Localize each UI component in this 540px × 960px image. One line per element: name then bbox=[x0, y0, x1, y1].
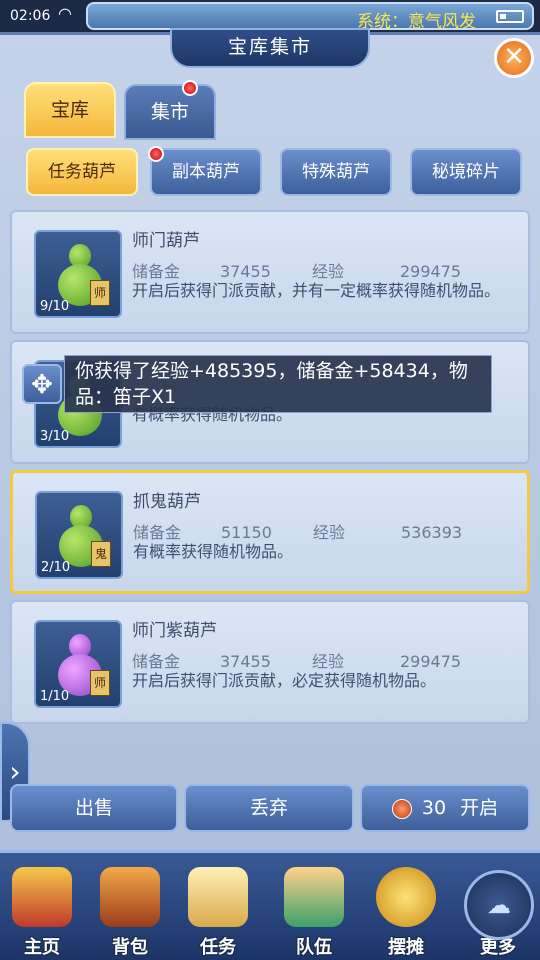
reserve-label: 储备金 bbox=[132, 652, 181, 671]
nav-label: 主页 bbox=[24, 937, 60, 958]
subtab-secret-fragment[interactable]: 秘境碎片 bbox=[410, 148, 522, 196]
item-name: 师门葫芦 bbox=[132, 231, 200, 251]
exp-label: 经验 bbox=[312, 652, 345, 671]
team-icon bbox=[284, 867, 344, 927]
item-description: 开启后获得门派贡献，并有一定概率获得随机物品。 bbox=[132, 281, 501, 300]
reserve-value: 37455 bbox=[220, 262, 271, 281]
item-icon: 师 9/10 bbox=[34, 230, 122, 318]
panel-title: 宝库集市 bbox=[170, 28, 370, 68]
system-banner: 系统：意气风发 bbox=[86, 2, 534, 32]
discard-button[interactable]: 丢弃 bbox=[184, 784, 354, 832]
item-quantity: 3/10 bbox=[40, 429, 70, 444]
subtab-special-gourd[interactable]: 特殊葫芦 bbox=[280, 148, 392, 196]
tab-treasury[interactable]: 宝库 bbox=[24, 82, 116, 138]
subtab-dungeon-gourd[interactable]: 副本葫芦 bbox=[150, 148, 262, 196]
reserve-label: 储备金 bbox=[133, 523, 182, 542]
wifi-icon: ◠ bbox=[58, 4, 72, 23]
item-tag: 师 bbox=[90, 280, 110, 306]
close-button[interactable]: ✕ bbox=[494, 38, 534, 78]
chest-icon bbox=[100, 867, 160, 927]
subtab-task-gourd[interactable]: 任务葫芦 bbox=[26, 148, 138, 196]
nav-quest[interactable]: 任务 bbox=[176, 853, 260, 960]
item-tag: 师 bbox=[90, 670, 110, 696]
item-stats: 储备金 51150 经验 536393 bbox=[133, 519, 462, 543]
battery-icon bbox=[496, 10, 524, 23]
list-item[interactable]: 师 1/10 师门紫葫芦 储备金 37455 经验 299475 开启后获得门派贡献，… bbox=[10, 600, 530, 724]
clock: 02:06 bbox=[10, 8, 51, 24]
item-icon: 师 1/10 bbox=[34, 620, 122, 708]
more-icon[interactable]: ☁ bbox=[464, 870, 534, 940]
item-name: 抓鬼葫芦 bbox=[133, 492, 201, 512]
nav-label: 队伍 bbox=[296, 937, 332, 958]
exp-value: 299475 bbox=[400, 262, 462, 281]
item-icon: 鬼 2/10 bbox=[35, 491, 123, 579]
reserve-label: 储备金 bbox=[132, 262, 181, 281]
nav-bag[interactable]: 背包 bbox=[88, 853, 172, 960]
system-message: 系统：意气风发 bbox=[357, 12, 476, 32]
sell-button[interactable]: 出售 bbox=[10, 784, 178, 832]
exp-value: 299475 bbox=[400, 652, 462, 671]
item-tag: 鬼 bbox=[91, 541, 111, 567]
tab-market[interactable]: 集市 bbox=[124, 84, 216, 140]
item-stats: 储备金 37455 经验 299475 bbox=[132, 648, 461, 672]
item-name: 师门紫葫芦 bbox=[132, 621, 217, 641]
coin-icon bbox=[376, 867, 436, 927]
item-quantity: 9/10 bbox=[40, 299, 70, 314]
reward-toast: 你获得了经验+485395，储备金+58434，物品：笛子X1 bbox=[64, 355, 492, 413]
nav-team[interactable]: 队伍 bbox=[272, 853, 356, 960]
nav-label: 摆摊 bbox=[388, 937, 424, 958]
open-button[interactable]: 30 开启 bbox=[360, 784, 530, 832]
item-description: 开启后获得门派贡献，必定获得随机物品。 bbox=[132, 671, 437, 690]
item-quantity: 2/10 bbox=[41, 560, 71, 575]
list-item[interactable]: 鬼 2/10 抓鬼葫芦 储备金 51150 经验 536393 有概率获得随机物品。 bbox=[10, 470, 530, 594]
notification-dot-icon bbox=[182, 80, 198, 96]
bottom-nav: 主页 背包 任务 队伍 摆摊 更多 bbox=[0, 850, 540, 960]
scroll-icon bbox=[188, 867, 248, 927]
item-quantity: 1/10 bbox=[40, 689, 70, 704]
nav-label: 任务 bbox=[200, 937, 236, 958]
notification-dot-icon bbox=[148, 146, 164, 162]
nav-stall[interactable]: 摆摊 bbox=[364, 853, 448, 960]
jar-icon bbox=[391, 798, 412, 819]
open-label: 开启 bbox=[460, 797, 499, 819]
home-icon bbox=[12, 867, 72, 927]
item-stats: 储备金 37455 经验 299475 bbox=[132, 258, 461, 282]
item-description: 有概率获得随机物品。 bbox=[133, 542, 294, 561]
nav-home[interactable]: 主页 bbox=[0, 853, 84, 960]
reserve-value: 37455 bbox=[220, 652, 271, 671]
move-arrows-icon[interactable]: ✥ bbox=[22, 364, 62, 404]
exp-label: 经验 bbox=[312, 262, 345, 281]
open-count: 30 bbox=[421, 797, 447, 819]
nav-label: 背包 bbox=[112, 937, 148, 958]
exp-value: 536393 bbox=[401, 523, 463, 542]
list-item[interactable]: 师 9/10 师门葫芦 储备金 37455 经验 299475 开启后获得门派贡献，并… bbox=[10, 210, 530, 334]
exp-label: 经验 bbox=[313, 523, 346, 542]
reserve-value: 51150 bbox=[221, 523, 272, 542]
